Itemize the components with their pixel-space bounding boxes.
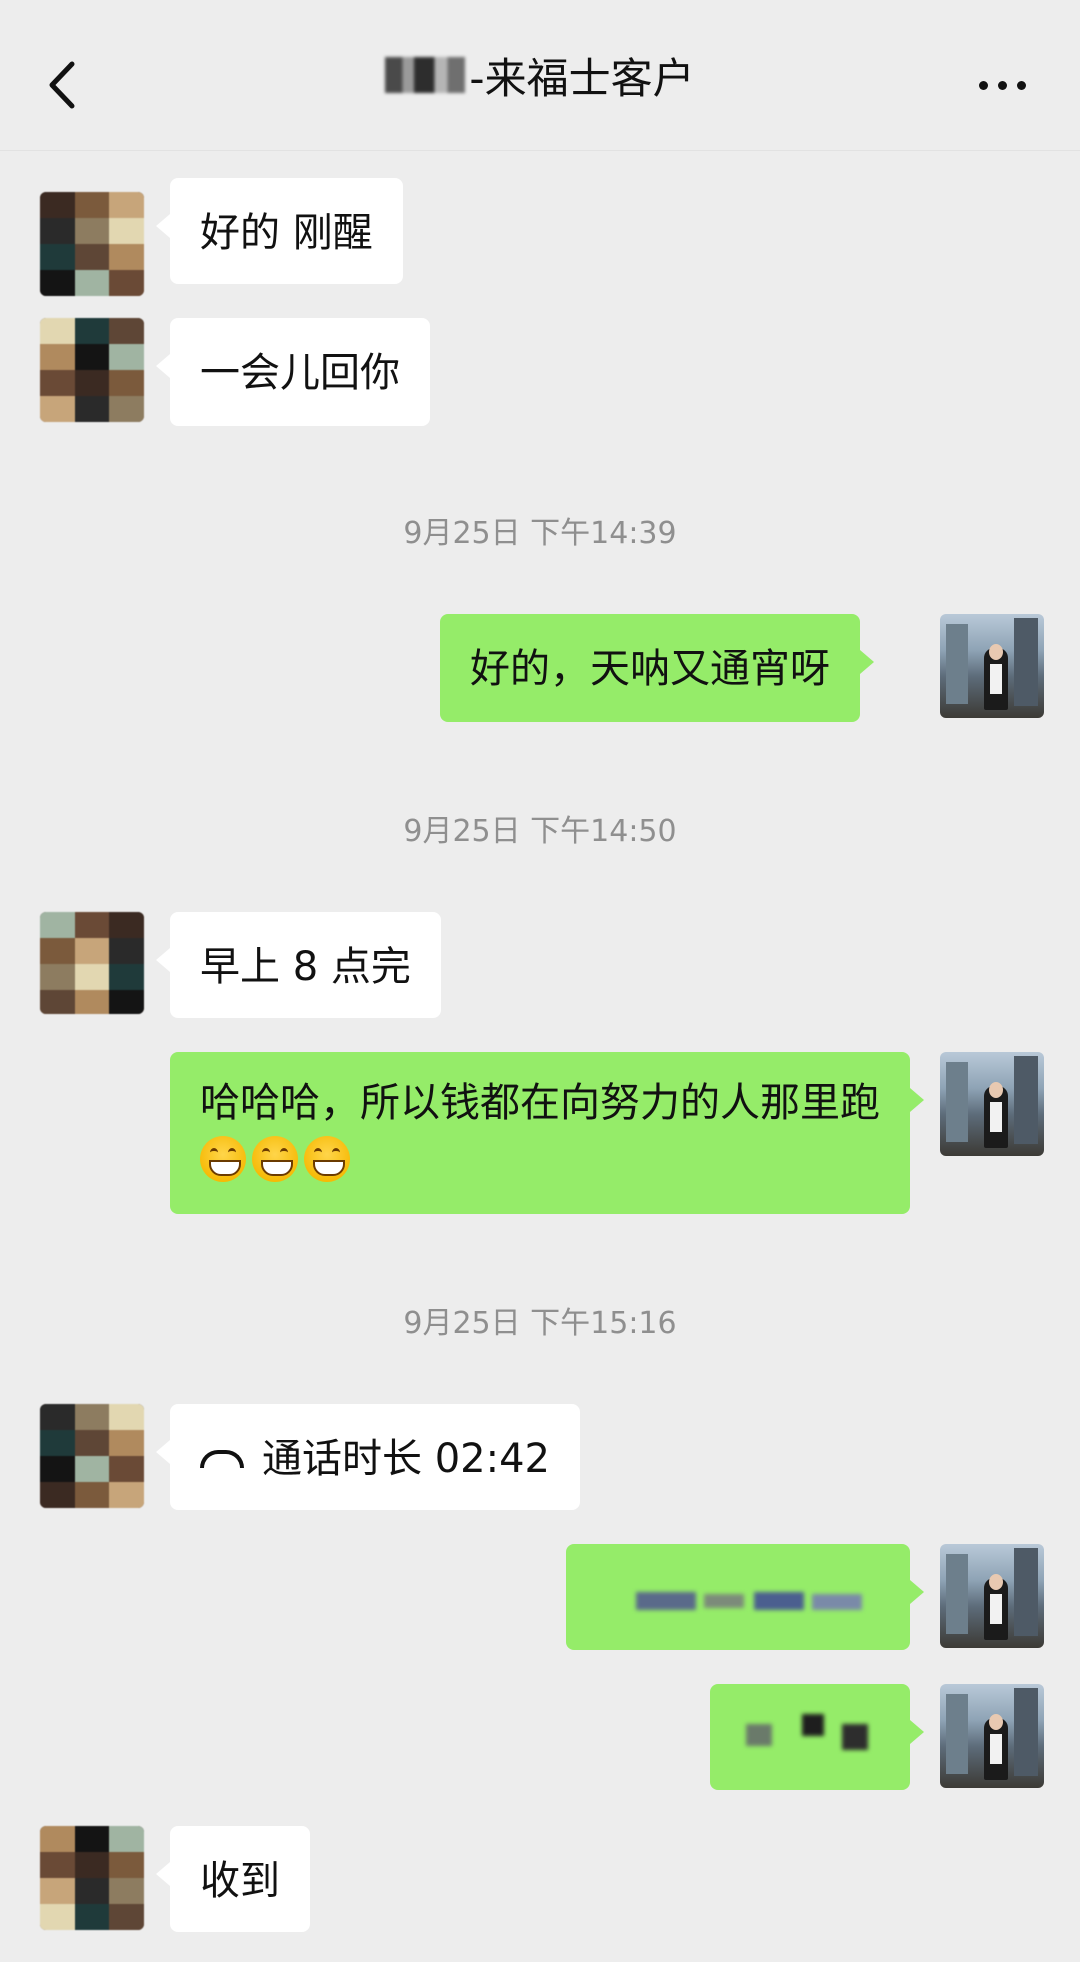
- message-bubble-right[interactable]: 哈哈哈，所以钱都在向努力的人那里跑: [170, 1052, 924, 1214]
- self-avatar[interactable]: [940, 1052, 1044, 1156]
- message-text: 好的 刚醒: [200, 210, 373, 256]
- contact-avatar[interactable]: [40, 1404, 144, 1508]
- chat-title-wrap: -来福士客户: [0, 0, 1080, 150]
- contact-avatar[interactable]: [40, 318, 144, 422]
- contact-avatar[interactable]: [40, 192, 144, 296]
- self-avatar[interactable]: [940, 1684, 1044, 1788]
- message-timestamp: 9月25日 下午14:50: [403, 814, 677, 849]
- self-avatar[interactable]: [940, 1544, 1044, 1648]
- message-bubble-left[interactable]: 好的 刚醒: [156, 178, 403, 284]
- message-bubble-left[interactable]: 一会儿回你: [156, 318, 430, 426]
- message-text: 收到: [200, 1858, 280, 1904]
- message-text: 一会儿回你: [200, 350, 400, 396]
- contact-avatar[interactable]: [40, 1826, 144, 1930]
- phone-hangup-icon: [200, 1450, 244, 1468]
- more-horizontal-icon: [978, 80, 988, 90]
- message-timestamp: 9月25日 下午15:16: [403, 1306, 677, 1341]
- grin-icon: [304, 1136, 350, 1182]
- chat-header: -来福士客户: [0, 0, 1080, 151]
- message-text: 哈哈哈，所以钱都在向努力的人那里跑: [200, 1080, 880, 1126]
- chat-title: -来福士客户: [469, 53, 695, 103]
- grin-icon: [252, 1136, 298, 1182]
- message-timestamp: 9月25日 下午14:39: [403, 516, 677, 551]
- redacted-name: [385, 57, 466, 93]
- message-bubble-right-redacted[interactable]: [710, 1684, 924, 1790]
- contact-avatar[interactable]: [40, 912, 144, 1014]
- call-record-bubble[interactable]: 通话时长 02:42: [156, 1404, 580, 1510]
- message-bubble-left[interactable]: 早上 8 点完: [156, 912, 441, 1018]
- message-bubble-left[interactable]: 收到: [156, 1826, 310, 1932]
- call-duration-text: 通话时长 02:42: [262, 1436, 550, 1482]
- message-text: 好的，天呐又通宵呀: [470, 646, 830, 692]
- grin-icon: [200, 1136, 246, 1182]
- self-avatar[interactable]: [940, 614, 1044, 718]
- message-bubble-right[interactable]: 好的，天呐又通宵呀: [440, 614, 874, 722]
- more-button[interactable]: [972, 60, 1032, 110]
- message-text: 早上 8 点完: [200, 944, 411, 990]
- message-bubble-right-redacted[interactable]: [566, 1544, 924, 1650]
